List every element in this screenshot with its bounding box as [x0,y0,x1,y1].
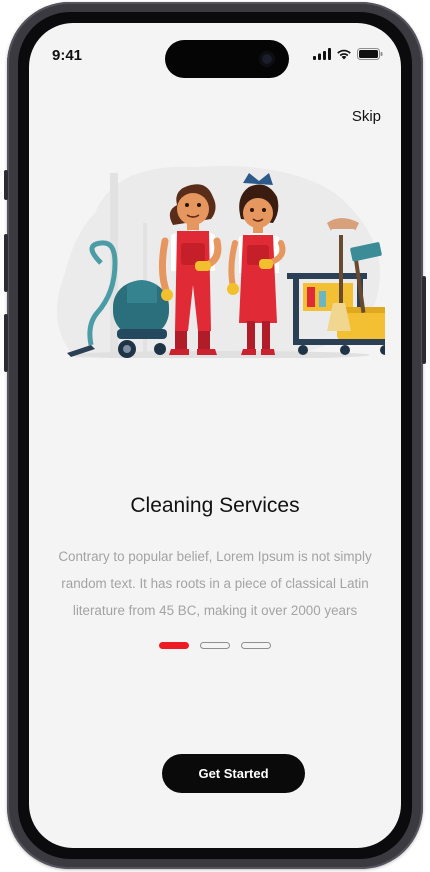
page-indicator-dot-2[interactable] [200,642,230,649]
cellular-signal-icon [313,48,331,60]
phone-frame: 9:41 Skip Cleaning Services Contrary to … [4,2,426,869]
power-button [422,276,426,364]
cleaning-staff-illustration [57,166,385,358]
onboarding-title: Cleaning Services [130,494,300,517]
battery-icon [357,48,383,60]
status-time: 9:41 [52,47,83,64]
status-icons [313,48,383,60]
wifi-icon [337,49,351,60]
app-screen: 9:41 Skip Cleaning Services Contrary to … [29,23,401,848]
action-button [4,170,8,200]
dynamic-island [165,40,289,78]
page-indicator-dot-1[interactable] [159,642,189,649]
volume-up-button [4,234,8,292]
page-indicator-dot-3[interactable] [241,642,271,649]
skip-button[interactable]: Skip [352,108,381,125]
onboarding-description: Contrary to popular belief, Lorem Ipsum … [58,549,372,618]
volume-down-button [4,314,8,372]
page-indicator [29,642,401,649]
screen-bezel: 9:41 Skip Cleaning Services Contrary to … [18,12,412,859]
get-started-button[interactable]: Get Started [162,754,305,793]
status-bar: 9:41 [29,23,401,78]
camera-icon [259,51,275,67]
